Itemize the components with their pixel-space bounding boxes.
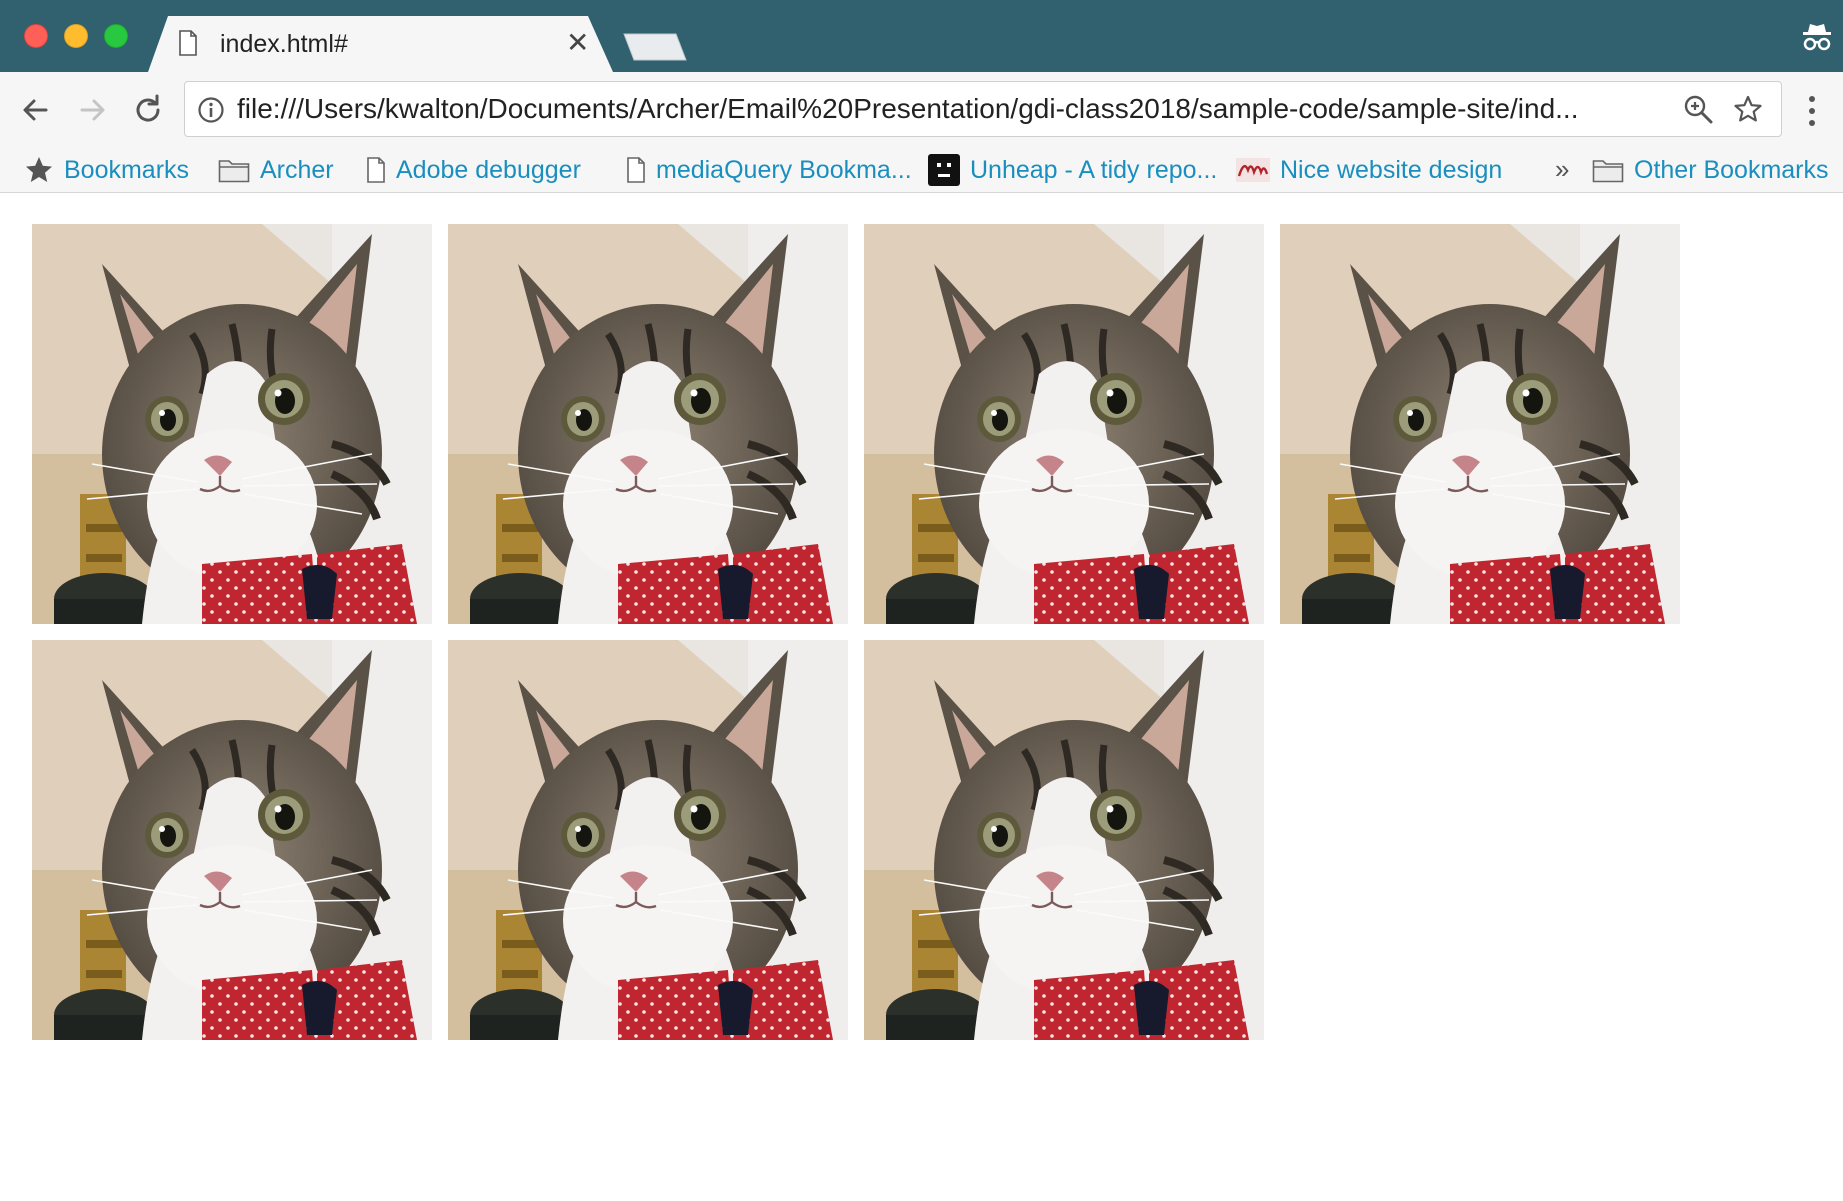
gallery-image: [864, 224, 1264, 624]
new-tab-button[interactable]: [620, 32, 690, 67]
url-text[interactable]: file:///Users/kwalton/Documents/Archer/E…: [237, 93, 1657, 125]
tab-title: index.html#: [220, 30, 348, 58]
bookmark-label: mediaQuery Bookma...: [656, 155, 912, 184]
page-icon: [366, 157, 386, 183]
gallery-image: [448, 640, 848, 1040]
bookmark-item-adobe-debugger[interactable]: Adobe debugger: [366, 152, 581, 188]
back-arrow-icon[interactable]: [16, 90, 56, 130]
page-content: [0, 193, 1843, 1201]
reload-icon[interactable]: [128, 90, 168, 130]
tab-active[interactable]: index.html# ✕: [148, 16, 613, 72]
incognito-icon: [1800, 20, 1834, 59]
more-bookmarks-chevron-icon[interactable]: »: [1555, 154, 1569, 185]
bookmark-item-mediaquery[interactable]: mediaQuery Bookma...: [626, 152, 912, 188]
folder-icon: [218, 157, 250, 183]
page-icon: [626, 157, 646, 183]
gallery-image: [32, 640, 432, 1040]
gallery-image: [32, 224, 432, 624]
browser-toolbar: file:///Users/kwalton/Documents/Archer/E…: [0, 72, 1843, 148]
bookmark-item-other-bookmarks[interactable]: Other Bookmarks: [1592, 152, 1829, 188]
address-bar[interactable]: file:///Users/kwalton/Documents/Archer/E…: [184, 81, 1782, 137]
unheap-favicon: [928, 154, 960, 186]
info-icon[interactable]: [197, 96, 225, 129]
kebab-menu-icon[interactable]: [1806, 94, 1818, 133]
folder-icon: [1592, 157, 1624, 183]
bookmark-item-nice-website-design[interactable]: Nice website design: [1236, 152, 1502, 188]
tab-shape: [148, 16, 613, 72]
bookmark-label: Unheap - A tidy repo...: [970, 155, 1218, 184]
bookmark-label: Other Bookmarks: [1634, 155, 1829, 184]
gallery-image: [448, 224, 848, 624]
rons-favicon: [1236, 156, 1270, 184]
gallery-image: [864, 640, 1264, 1040]
bookmark-label: Archer: [260, 155, 334, 184]
bookmark-item-bookmarks[interactable]: Bookmarks: [24, 152, 189, 188]
bookmark-star-icon[interactable]: [1733, 94, 1763, 129]
star-icon: [24, 155, 54, 185]
bookmark-item-unheap[interactable]: Unheap - A tidy repo...: [928, 152, 1217, 188]
bookmarks-bar: Bookmarks Archer Adobe debugger mediaQue…: [0, 148, 1843, 193]
gallery-image: [1280, 224, 1680, 624]
window-titlebar: index.html# ✕: [0, 0, 1843, 72]
close-window-button[interactable]: [24, 24, 48, 48]
tab-close-icon[interactable]: ✕: [566, 26, 589, 59]
zoom-in-icon[interactable]: [1683, 94, 1713, 129]
maximize-window-button[interactable]: [104, 24, 128, 48]
forward-arrow-icon[interactable]: [72, 90, 112, 130]
bookmark-label: Bookmarks: [64, 155, 190, 184]
bookmark-label: Nice website design: [1280, 155, 1503, 184]
page-icon: [178, 30, 198, 61]
bookmark-item-archer[interactable]: Archer: [218, 152, 334, 188]
bookmark-label: Adobe debugger: [396, 155, 581, 184]
minimize-window-button[interactable]: [64, 24, 88, 48]
